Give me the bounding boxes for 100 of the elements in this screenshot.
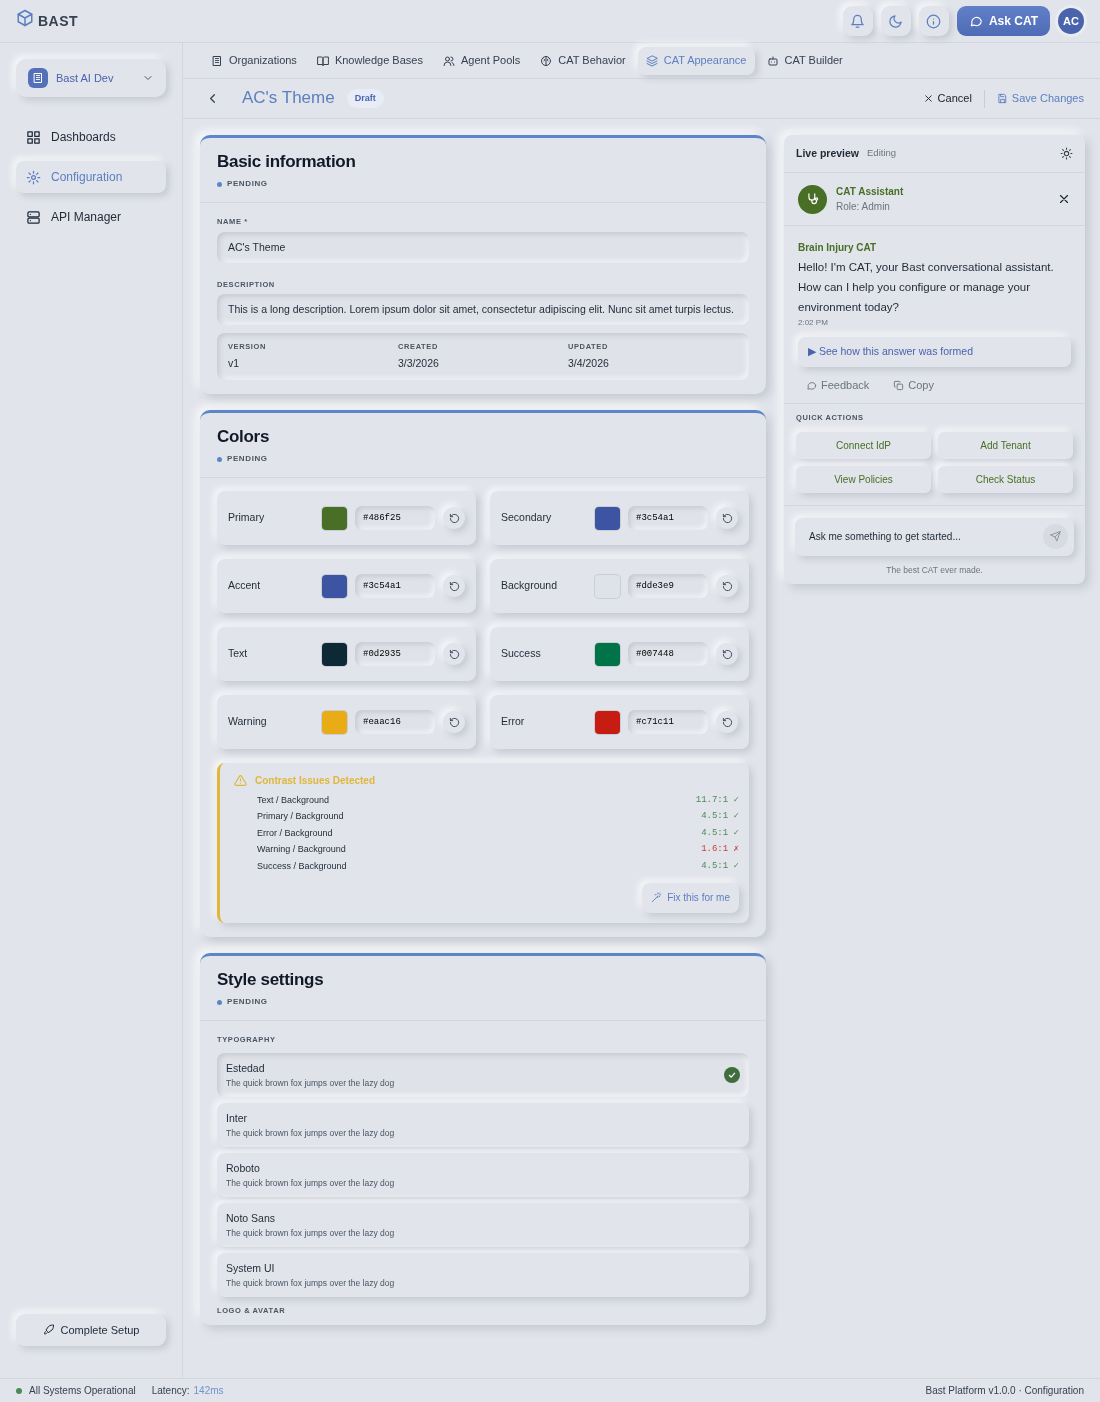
color-swatch[interactable]	[322, 642, 347, 666]
reset-icon	[721, 648, 733, 660]
complete-setup-button[interactable]: Complete Setup	[16, 1314, 166, 1346]
reset-button[interactable]	[716, 507, 738, 530]
quick-action-button[interactable]: Connect IdP	[796, 431, 931, 459]
field-value: 3/3/2026	[398, 356, 440, 372]
info-button[interactable]	[918, 6, 949, 36]
user-avatar[interactable]: AC	[1058, 8, 1084, 34]
copy-icon	[893, 379, 905, 391]
latency-value: 142ms	[193, 1384, 224, 1398]
color-swatch[interactable]	[595, 642, 620, 666]
ask-cat-button[interactable]: Ask CAT	[956, 6, 1050, 36]
field-value: 3/4/2026	[568, 356, 610, 372]
reset-icon	[448, 512, 460, 524]
theme-toggle-button[interactable]	[880, 6, 911, 36]
status-label: PENDING	[227, 453, 268, 466]
hex-input-field[interactable]: #0d2935	[355, 642, 435, 667]
contrast-ratio: 1.6:1 ✗	[701, 843, 739, 857]
chat-input[interactable]: Ask me something to get started...	[807, 528, 1043, 545]
reset-button[interactable]	[443, 643, 465, 666]
contrast-pair-label: Primary / Background	[257, 810, 344, 824]
font-option[interactable]: Roboto The quick brown fox jumps over the lazy dog	[217, 1153, 749, 1198]
notifications-button[interactable]	[842, 6, 873, 36]
cube-logo-icon	[16, 9, 34, 28]
color-swatch[interactable]	[322, 506, 347, 530]
send-icon	[1050, 531, 1061, 542]
reset-button[interactable]	[443, 711, 465, 734]
moon-icon	[888, 13, 904, 29]
reset-button[interactable]	[716, 711, 738, 734]
color-label: Secondary	[501, 510, 553, 526]
explanation-toggle[interactable]: ▶ See how this answer was formed	[798, 337, 1071, 367]
font-option[interactable]: Inter The quick brown fox jumps over the lazy dog	[217, 1103, 749, 1148]
tab[interactable]: Agent Pools	[434, 46, 529, 75]
contrast-ratio: 11.7:1 ✓	[695, 793, 739, 807]
hex-input-field[interactable]: #dde3e9	[628, 574, 708, 599]
color-swatch[interactable]	[322, 710, 347, 734]
book-icon	[316, 54, 329, 67]
reset-button[interactable]	[716, 643, 738, 666]
brand-name: BAST	[38, 11, 79, 31]
name-field[interactable]: AC's Theme	[217, 231, 749, 263]
hex-input-field[interactable]: #007448	[628, 642, 708, 667]
panel-footer-text: The best CAT ever made.	[885, 563, 984, 577]
color-label: Error	[501, 714, 526, 730]
font-option[interactable]: Noto Sans The quick brown fox jumps over the lazy dog	[217, 1203, 749, 1248]
contrast-ratio: 4.5:1 ✓	[701, 810, 739, 824]
reset-button[interactable]	[443, 575, 465, 598]
warning-icon	[234, 774, 247, 788]
color-label: Accent	[228, 578, 262, 594]
stethoscope-icon	[805, 192, 820, 206]
hex-input-field[interactable]: #3c54a1	[628, 506, 708, 531]
section-title: Basic information	[217, 152, 357, 173]
tab[interactable]: Organizations	[203, 46, 305, 75]
color-label: Success	[501, 646, 542, 662]
color-swatch[interactable]	[595, 710, 620, 734]
description-field[interactable]: This is a long description. Lorem ipsum dolor sit amet, consectetur adipiscing elit. Nunc sit amet turpis lectus.	[217, 293, 749, 325]
font-option[interactable]: System UI The quick brown fox jumps over the lazy dog	[217, 1253, 749, 1298]
quick-action-button[interactable]: Add Tenant	[938, 431, 1073, 459]
tab[interactable]: CAT Behavior	[532, 46, 634, 75]
color-swatch[interactable]	[322, 574, 347, 598]
color-label: Background	[501, 578, 559, 594]
sender-name: Brain Injury CAT	[798, 241, 878, 255]
feedback-button[interactable]: Feedback	[806, 376, 870, 394]
reset-icon	[721, 512, 733, 524]
hex-input-field[interactable]: #486f25	[355, 506, 435, 531]
color-label: Text	[228, 646, 249, 662]
chat-bubble-icon	[968, 14, 983, 28]
tab[interactable]: CAT Builder	[758, 46, 851, 75]
close-button[interactable]	[1057, 192, 1071, 206]
status-dot	[217, 999, 222, 1005]
hex-input-field[interactable]: #eaac16	[355, 710, 435, 735]
reset-icon	[448, 580, 460, 592]
sidebar-item[interactable]: API Manager	[16, 201, 166, 233]
status-dot	[16, 1387, 22, 1394]
reset-icon	[448, 716, 460, 728]
hex-input-field[interactable]: #c71c11	[628, 710, 708, 735]
color-label: Warning	[228, 714, 268, 730]
status-badge: Draft	[346, 88, 384, 109]
copy-button[interactable]: Copy	[893, 376, 934, 394]
panel-title: Live preview	[796, 145, 860, 161]
close-icon	[922, 93, 934, 104]
reset-icon	[721, 580, 733, 592]
sidebar-item[interactable]: Dashboards	[16, 121, 166, 153]
layers-icon	[645, 54, 658, 67]
cancel-button[interactable]: Cancel	[922, 90, 972, 107]
workspace-selector[interactable]: Bast AI Dev	[16, 59, 166, 97]
latency-label: Latency:	[151, 1384, 190, 1398]
reset-button[interactable]	[716, 575, 738, 598]
hex-input-field[interactable]: #3c54a1	[355, 574, 435, 599]
status-dot	[217, 181, 222, 187]
quick-action-button[interactable]: View Policies	[796, 465, 931, 493]
font-option[interactable]: Estedad The quick brown fox jumps over the lazy dog	[217, 1053, 749, 1098]
contrast-pair-label: Warning / Background	[257, 843, 346, 857]
quick-action-button[interactable]: Check Status	[938, 465, 1073, 493]
assistant-role: Role: Admin	[836, 200, 891, 214]
color-swatch[interactable]	[595, 506, 620, 530]
grid-icon	[26, 129, 41, 145]
reset-button[interactable]	[443, 507, 465, 530]
contrast-ratio: 4.5:1 ✓	[701, 826, 739, 840]
color-swatch[interactable]	[595, 574, 620, 598]
tab[interactable]: Knowledge Bases	[308, 46, 431, 75]
